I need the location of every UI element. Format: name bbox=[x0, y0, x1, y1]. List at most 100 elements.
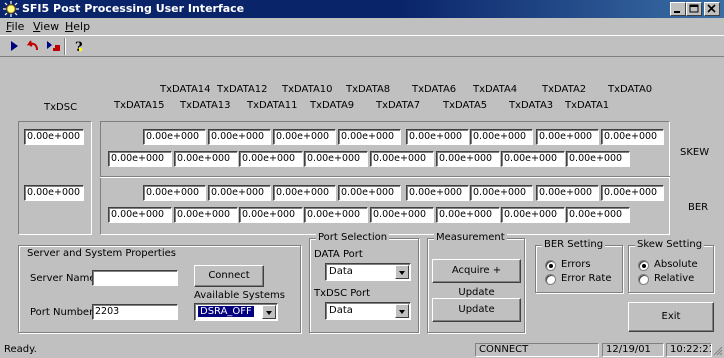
header-txdata10: TxDATA10 bbox=[282, 84, 333, 95]
menu-help[interactable]: Help bbox=[65, 20, 90, 33]
skew-setting-group-label: Skew Setting bbox=[635, 239, 705, 250]
ber-txdata12-field[interactable]: 0.00e+000 bbox=[208, 185, 271, 201]
header-txdata11: TxDATA11 bbox=[247, 100, 298, 111]
skew-txdata15-field[interactable]: 0.00e+000 bbox=[108, 151, 172, 167]
undo-icon[interactable] bbox=[24, 38, 42, 54]
toolbar: ? bbox=[0, 35, 724, 57]
server-name-input[interactable] bbox=[92, 270, 178, 286]
radio-absolute-label[interactable]: Absolute bbox=[654, 259, 698, 270]
data-port-label: DATA Port bbox=[314, 249, 363, 260]
update-button[interactable]: Update bbox=[432, 298, 521, 322]
skew-txdata4-field[interactable]: 0.00e+000 bbox=[470, 129, 533, 145]
ber-txdata1-field[interactable]: 0.00e+000 bbox=[566, 207, 630, 223]
status-message: Ready. bbox=[4, 344, 37, 355]
header-txdata8: TxDATA8 bbox=[346, 84, 391, 95]
skew-txdata7-field[interactable]: 0.00e+000 bbox=[370, 151, 434, 167]
ber-txdata10-field[interactable]: 0.00e+000 bbox=[273, 185, 336, 201]
ber-txdsc-field[interactable]: 0.00e+000 bbox=[24, 185, 84, 201]
menu-file[interactable]: File bbox=[6, 20, 24, 33]
ber-label: BER bbox=[688, 202, 709, 213]
radio-error-rate-label[interactable]: Error Rate bbox=[561, 273, 611, 284]
chevron-down-icon[interactable] bbox=[395, 265, 409, 279]
ber-txdata2-field[interactable]: 0.00e+000 bbox=[536, 185, 599, 201]
radio-errors-label[interactable]: Errors bbox=[561, 259, 591, 270]
header-txdsc: TxDSC bbox=[44, 102, 78, 113]
port-selection-group-label: Port Selection bbox=[316, 232, 390, 243]
header-txdata3: TxDATA3 bbox=[509, 100, 554, 111]
menu-view[interactable]: View bbox=[33, 20, 59, 33]
connect-button-label: Connect bbox=[208, 270, 250, 281]
skew-txdata11-field[interactable]: 0.00e+000 bbox=[239, 151, 303, 167]
radio-relative-label[interactable]: Relative bbox=[654, 273, 694, 284]
ber-txdata8-field[interactable]: 0.00e+000 bbox=[338, 185, 401, 201]
ber-txdata5-field[interactable]: 0.00e+000 bbox=[436, 207, 500, 223]
header-txdata14: TxDATA14 bbox=[160, 84, 211, 95]
skew-txdata0-field[interactable]: 0.00e+000 bbox=[601, 129, 664, 145]
ber-txdata13-field[interactable]: 0.00e+000 bbox=[174, 207, 238, 223]
ber-txdata9-field[interactable]: 0.00e+000 bbox=[304, 207, 368, 223]
skew-txdata6-field[interactable]: 0.00e+000 bbox=[406, 129, 469, 145]
status-date: 12/19/01 bbox=[602, 343, 664, 357]
ber-txdata0-field[interactable]: 0.00e+000 bbox=[601, 185, 664, 201]
ber-txdata14-field[interactable]: 0.00e+000 bbox=[143, 185, 206, 201]
status-connection: CONNECT bbox=[475, 343, 599, 357]
available-systems-label: Available Systems bbox=[194, 290, 285, 301]
toolbar-separator bbox=[64, 38, 66, 55]
skew-txdata8-field[interactable]: 0.00e+000 bbox=[338, 129, 401, 145]
skew-txdata3-field[interactable]: 0.00e+000 bbox=[501, 151, 565, 167]
skew-txdata13-field[interactable]: 0.00e+000 bbox=[174, 151, 238, 167]
txdsc-port-value: Data bbox=[329, 305, 353, 316]
data-port-select[interactable]: Data bbox=[325, 263, 411, 281]
radio-relative[interactable] bbox=[638, 274, 649, 285]
main-panel: TxDSC TxDATA14 TxDATA12 TxDATA10 TxDATA8… bbox=[0, 58, 724, 340]
radio-error-rate[interactable] bbox=[545, 274, 556, 285]
status-time: 10:22:21 bbox=[666, 343, 712, 357]
play-icon[interactable] bbox=[6, 38, 24, 54]
skew-txdata2-field[interactable]: 0.00e+000 bbox=[536, 129, 599, 145]
radio-absolute[interactable] bbox=[638, 260, 649, 271]
step-icon[interactable] bbox=[44, 38, 62, 54]
header-txdata2: TxDATA2 bbox=[542, 84, 587, 95]
close-icon bbox=[707, 4, 716, 13]
skew-txdata10-field[interactable]: 0.00e+000 bbox=[273, 129, 336, 145]
acquire-update-button[interactable]: Acquire + Update bbox=[432, 259, 521, 298]
chevron-down-icon[interactable] bbox=[395, 304, 409, 318]
svg-text:?: ? bbox=[75, 40, 83, 54]
resize-grip-icon[interactable] bbox=[712, 345, 723, 356]
exit-label: Exit bbox=[661, 311, 681, 322]
available-systems-select[interactable]: DSRA_OFF bbox=[194, 303, 278, 321]
skew-txdata5-field[interactable]: 0.00e+000 bbox=[436, 151, 500, 167]
header-txdata15: TxDATA15 bbox=[114, 100, 165, 111]
minimize-button[interactable] bbox=[670, 2, 686, 16]
header-txdata6: TxDATA6 bbox=[412, 84, 457, 95]
port-number-input[interactable]: 2203 bbox=[92, 304, 178, 320]
skew-txdsc-field[interactable]: 0.00e+000 bbox=[24, 129, 84, 145]
exit-button[interactable]: Exit bbox=[628, 302, 714, 332]
maximize-button[interactable] bbox=[686, 2, 702, 16]
panel-divider bbox=[100, 176, 670, 178]
chevron-down-icon[interactable] bbox=[262, 305, 276, 319]
txdsc-port-select[interactable]: Data bbox=[325, 302, 411, 320]
port-number-label: Port Number bbox=[30, 307, 94, 318]
app-icon bbox=[3, 1, 19, 17]
connect-button[interactable]: Connect bbox=[194, 265, 264, 287]
skew-txdata1-field[interactable]: 0.00e+000 bbox=[566, 151, 630, 167]
title-bar[interactable]: SFI5 Post Processing User Interface bbox=[0, 0, 724, 18]
skew-txdata14-field[interactable]: 0.00e+000 bbox=[143, 129, 206, 145]
skew-txdata12-field[interactable]: 0.00e+000 bbox=[208, 129, 271, 145]
ber-txdata15-field[interactable]: 0.00e+000 bbox=[108, 207, 172, 223]
status-bar: Ready. CONNECT 12/19/01 10:22:21 bbox=[0, 341, 724, 358]
help-icon[interactable]: ? bbox=[70, 38, 88, 55]
radio-errors[interactable] bbox=[545, 260, 556, 271]
ber-txdata7-field[interactable]: 0.00e+000 bbox=[370, 207, 434, 223]
close-button[interactable] bbox=[704, 2, 720, 16]
skew-txdata9-field[interactable]: 0.00e+000 bbox=[304, 151, 368, 167]
menu-bar: File View Help bbox=[0, 18, 724, 35]
skew-label: SKEW bbox=[680, 147, 710, 158]
ber-txdata11-field[interactable]: 0.00e+000 bbox=[239, 207, 303, 223]
ber-txdata4-field[interactable]: 0.00e+000 bbox=[470, 185, 533, 201]
ber-txdata6-field[interactable]: 0.00e+000 bbox=[406, 185, 469, 201]
ber-txdata3-field[interactable]: 0.00e+000 bbox=[501, 207, 565, 223]
txdsc-port-label: TxDSC Port bbox=[314, 288, 371, 299]
measurement-group-label: Measurement bbox=[434, 232, 507, 243]
